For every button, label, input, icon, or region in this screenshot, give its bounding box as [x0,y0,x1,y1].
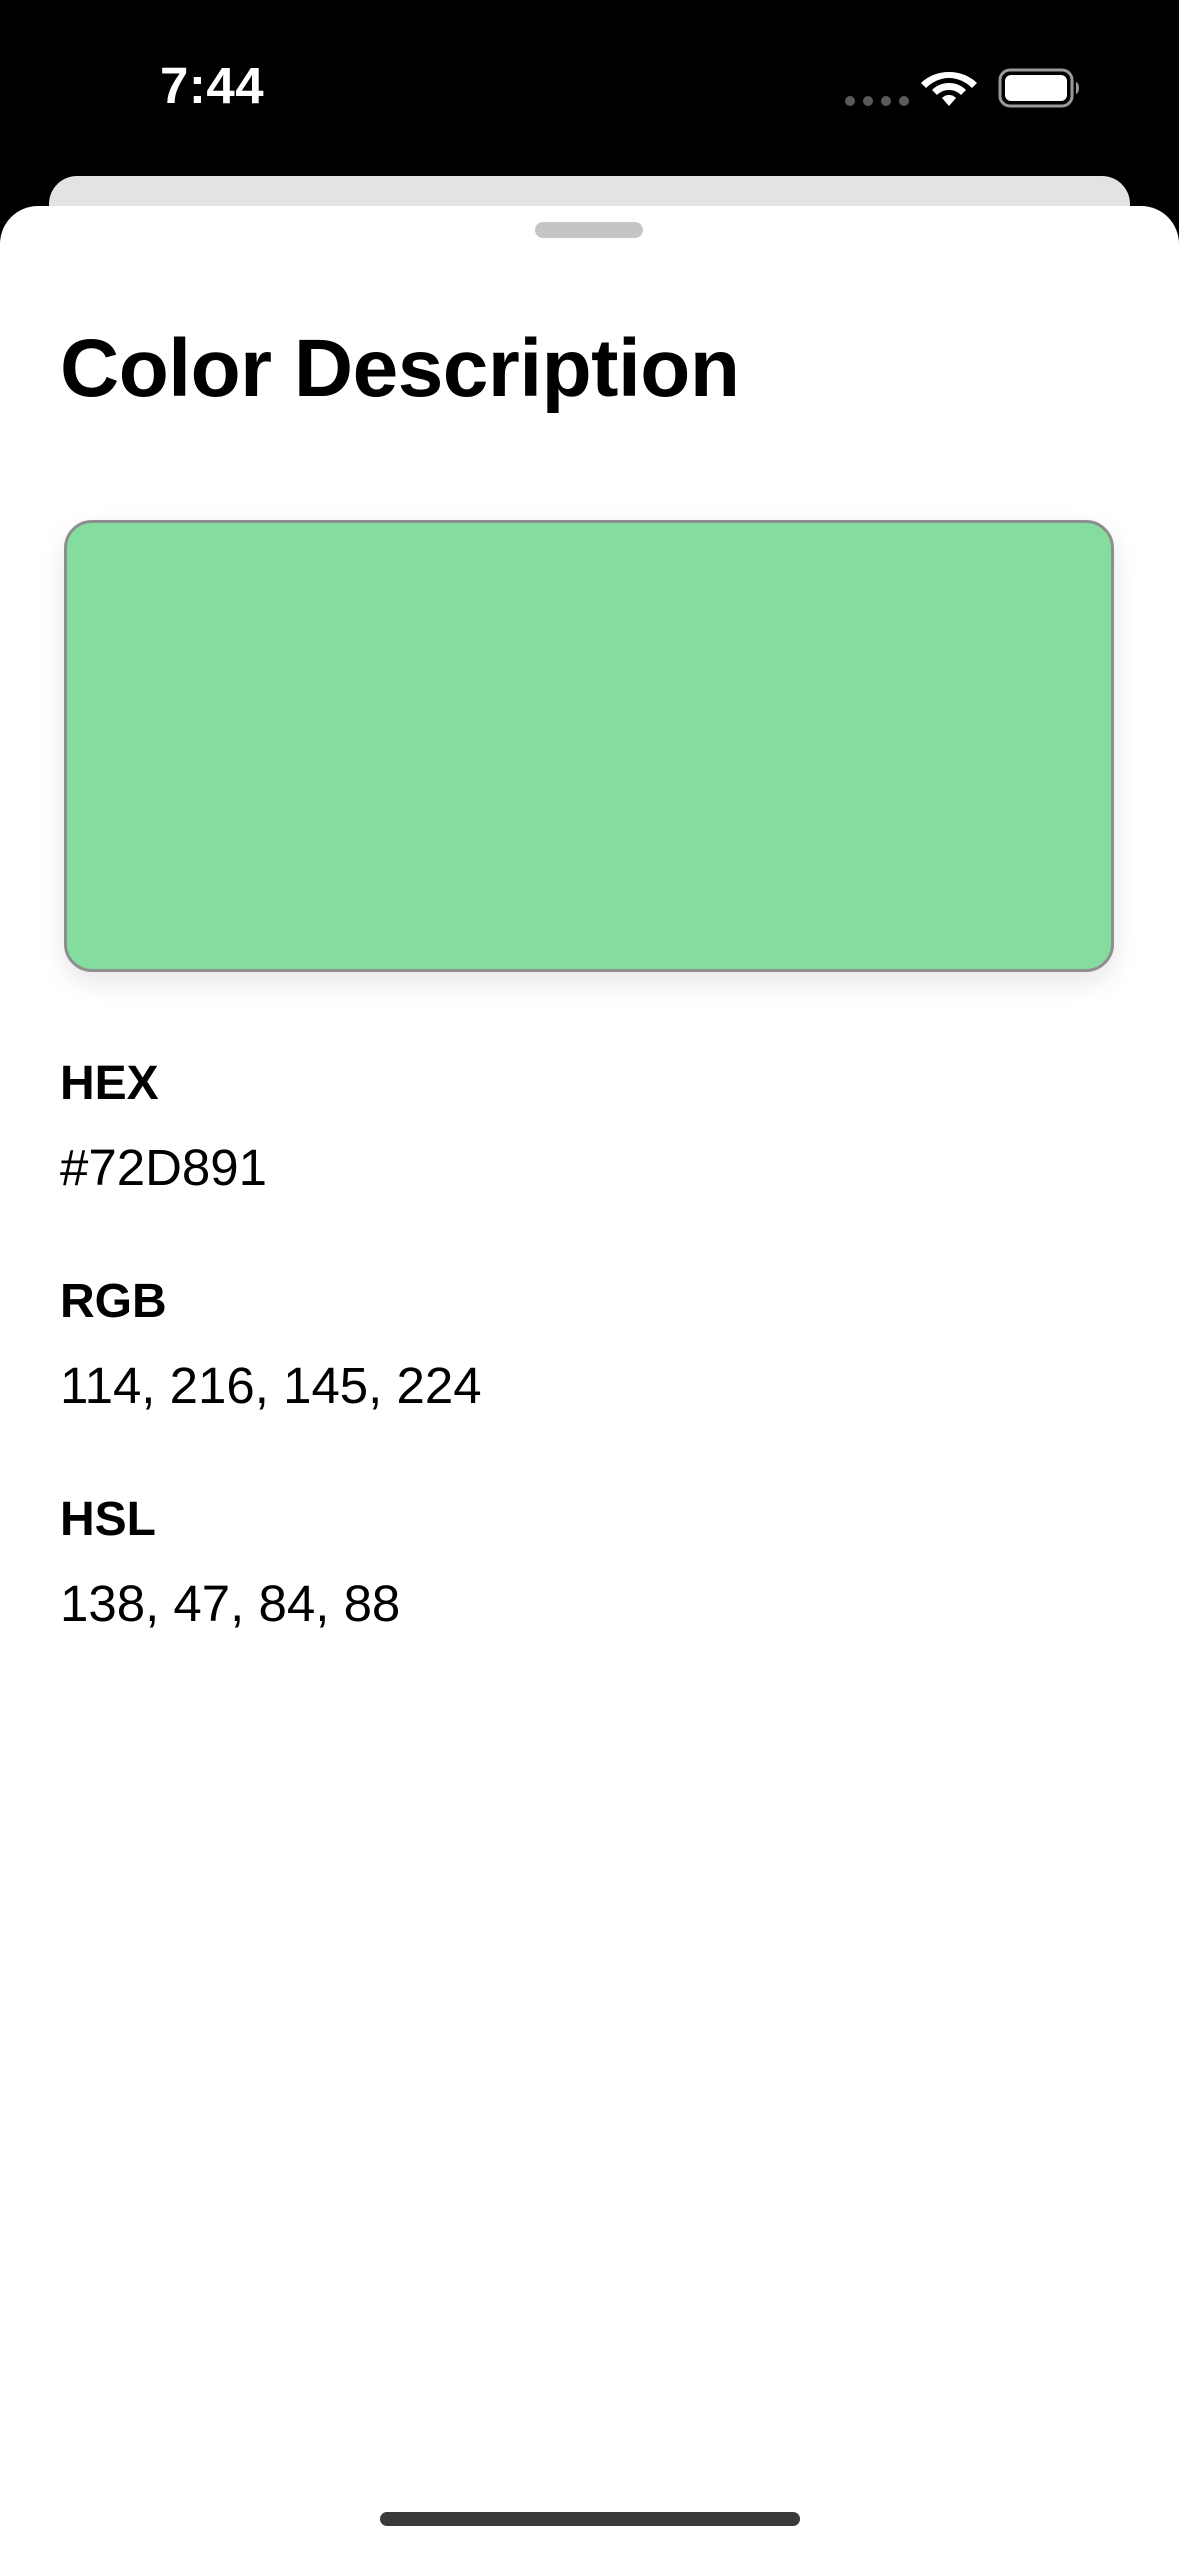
hex-value: #72D891 [60,1139,268,1196]
wifi-icon [921,72,977,106]
rgb-label: RGB [60,1275,167,1328]
home-indicator[interactable] [380,2512,800,2526]
sheet-grabber[interactable] [535,222,643,238]
signal-dots-icon [845,96,909,106]
color-description-sheet: Color Description HEX #72D891 RGB 114, 2… [0,206,1179,2556]
hex-label: HEX [60,1057,159,1110]
hsl-label: HSL [60,1493,156,1546]
color-swatch [64,520,1114,972]
hsl-value: 138, 47, 84, 88 [60,1575,401,1632]
rgb-value: 114, 216, 145, 224 [60,1357,482,1414]
status-time: 7:44 [160,57,265,114]
page-title: Color Description [60,323,740,414]
status-bar: 7:44 [0,0,1179,176]
battery-icon [998,68,1079,108]
app-screen: 7:44 Color Description HEX #72D891 RGB 1… [0,0,1179,2556]
